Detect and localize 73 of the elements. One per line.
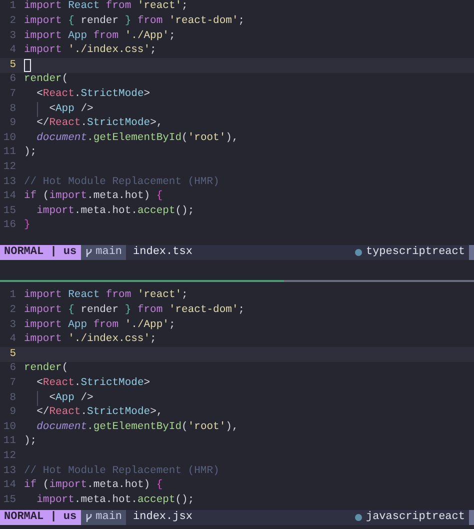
code-line: import App from './App'; [24, 318, 176, 333]
code-line: if (import.meta.hot) { [24, 189, 163, 204]
line-number: 11 [2, 145, 17, 160]
line-number: 4 [8, 332, 17, 348]
line-number: 8 [8, 102, 17, 117]
code-line: ); [24, 434, 37, 450]
line-number: 7 [8, 86, 17, 102]
filetype-label: javascriptreact [366, 510, 466, 526]
branch-name: main [96, 245, 122, 260]
line-number: 5 [8, 346, 17, 362]
line-number: 10 [2, 130, 17, 146]
code-line: <React.StrictMode> [36, 86, 150, 102]
code-line: render( [24, 72, 68, 88]
code-line: import React from 'react'; [24, 0, 188, 14]
code-line: import './index.css'; [24, 43, 156, 58]
line-number: 11 [2, 434, 17, 450]
line-number: 12 [2, 160, 17, 175]
mode-indicator: NORMAL | us [0, 245, 81, 260]
line-number: 6 [8, 361, 17, 376]
line-number: 2 [8, 303, 17, 318]
code-line: </React.StrictMode>, [36, 116, 163, 132]
line-number: 12 [2, 448, 17, 464]
code-line: <App /> [49, 390, 94, 406]
git-branch-icon [84, 248, 93, 258]
code-line: import.meta.hot.accept(); [36, 204, 194, 219]
line-number: 7 [8, 376, 17, 391]
branch-name: main [96, 510, 122, 526]
line-number: 3 [8, 28, 17, 44]
line-number: 15 [2, 492, 17, 508]
status-end-block [469, 245, 474, 260]
line-number: 15 [2, 204, 17, 219]
code-line: import { render } from 'react-dom'; [24, 14, 245, 30]
line-number: 9 [8, 405, 17, 420]
line-number: 4 [8, 43, 17, 58]
line-number: 16 [2, 218, 17, 234]
code-line: ); [24, 145, 37, 160]
file-name: index.jsx [132, 510, 194, 526]
code-line: document.getElementById('root'), [36, 420, 238, 435]
line-number: 13 [2, 174, 17, 190]
code-line: if (import.meta.hot) { [24, 478, 163, 494]
line-number: 6 [8, 72, 17, 88]
code-line: // Hot Module Replacement (HMR) [24, 174, 220, 190]
line-number: 5 [8, 58, 17, 73]
line-number: 14 [2, 189, 17, 204]
line-number: 2 [8, 14, 17, 30]
code-line: import './index.css'; [24, 332, 156, 348]
filetype-icon [354, 514, 362, 521]
status-end-block [469, 510, 474, 525]
line-number: 9 [8, 116, 17, 132]
filetype-icon [354, 249, 362, 256]
filetype-label: typescriptreact [366, 245, 466, 260]
line-number: 8 [8, 390, 17, 406]
code-line: import.meta.hot.accept(); [36, 492, 194, 508]
line-number: 1 [8, 288, 17, 304]
file-name: index.tsx [132, 245, 194, 260]
code-line: import { render } from 'react-dom'; [24, 303, 245, 318]
code-line: import App from './App'; [24, 28, 176, 44]
line-number: 13 [2, 464, 17, 479]
mode-indicator: NORMAL | us [0, 510, 81, 525]
code-line: <React.StrictMode> [36, 376, 150, 391]
code-line: document.getElementById('root'), [36, 130, 238, 146]
line-number: 3 [8, 318, 17, 333]
cursor [24, 59, 31, 72]
code-line: </React.StrictMode>, [36, 405, 163, 420]
git-branch-icon [84, 512, 93, 522]
line-number: 10 [2, 420, 17, 435]
code-line: render( [24, 361, 68, 376]
code-line: // Hot Module Replacement (HMR) [24, 464, 220, 479]
line-number: 1 [8, 0, 17, 14]
code-line: import React from 'react'; [24, 288, 188, 304]
code-line: } [24, 218, 30, 234]
code-line: <App /> [49, 102, 94, 117]
line-number: 14 [2, 478, 17, 494]
